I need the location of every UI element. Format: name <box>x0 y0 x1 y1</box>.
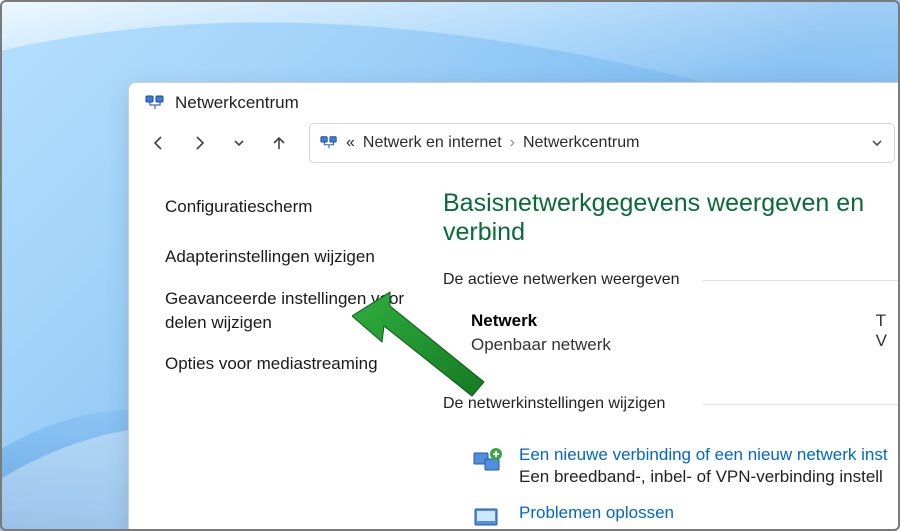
sidebar: Configuratiescherm Adapterinstellingen w… <box>129 173 439 531</box>
section-change-settings-label: De netwerkinstellingen wijzigen <box>443 395 900 413</box>
sidebar-item-media-streaming[interactable]: Opties voor mediastreaming <box>165 352 415 376</box>
up-button[interactable] <box>261 125 297 161</box>
forward-button[interactable] <box>181 125 217 161</box>
new-connection-icon <box>471 445 505 479</box>
control-panel-window: Netwerkcentrum « Netwerk en internet › N… <box>128 82 900 531</box>
action-link[interactable]: Problemen oplossen <box>519 503 674 523</box>
troubleshoot-icon <box>471 503 505 531</box>
window-body: Configuratiescherm Adapterinstellingen w… <box>129 173 900 531</box>
control-panel-home-link[interactable]: Configuratiescherm <box>165 197 439 217</box>
sidebar-item-adapter-settings[interactable]: Adapterinstellingen wijzigen <box>165 245 415 269</box>
page-heading: Basisnetwerkgegevens weergeven en verbin… <box>443 189 900 247</box>
recent-locations-button[interactable] <box>221 125 257 161</box>
breadcrumb-item[interactable]: Netwerkcentrum <box>523 134 639 152</box>
action-link[interactable]: Een nieuwe verbinding of een nieuw netwe… <box>519 445 888 465</box>
address-bar[interactable]: « Netwerk en internet › Netwerkcentrum <box>309 123 895 163</box>
cropped-right-text: T V <box>876 311 887 351</box>
network-name: Netwerk <box>471 311 900 331</box>
nav-toolbar: « Netwerk en internet › Netwerkcentrum <box>129 117 900 173</box>
sidebar-item-advanced-sharing[interactable]: Geavanceerde instellingen voor delen wij… <box>165 287 415 335</box>
network-center-icon <box>320 134 338 152</box>
action-new-connection[interactable]: Een nieuwe verbinding of een nieuw netwe… <box>443 435 900 493</box>
content-area: Basisnetwerkgegevens weergeven en verbin… <box>439 173 900 531</box>
window-title: Netwerkcentrum <box>175 93 299 113</box>
network-type: Openbaar netwerk <box>471 335 900 355</box>
back-button[interactable] <box>141 125 177 161</box>
breadcrumb-item[interactable]: Netwerk en internet <box>363 134 502 152</box>
active-network-block: Netwerk Openbaar netwerk T V <box>443 311 900 355</box>
chevron-down-icon[interactable] <box>870 136 884 150</box>
action-desc: Een breedband-, inbel- of VPN-verbinding… <box>519 467 888 487</box>
section-active-networks-label: De actieve netwerken weergeven <box>443 271 900 289</box>
action-troubleshoot[interactable]: Problemen oplossen <box>443 493 900 531</box>
network-center-icon <box>145 93 165 113</box>
breadcrumb-ellipsis[interactable]: « <box>346 134 355 152</box>
titlebar: Netwerkcentrum <box>129 83 900 117</box>
chevron-right-icon: › <box>510 134 515 152</box>
